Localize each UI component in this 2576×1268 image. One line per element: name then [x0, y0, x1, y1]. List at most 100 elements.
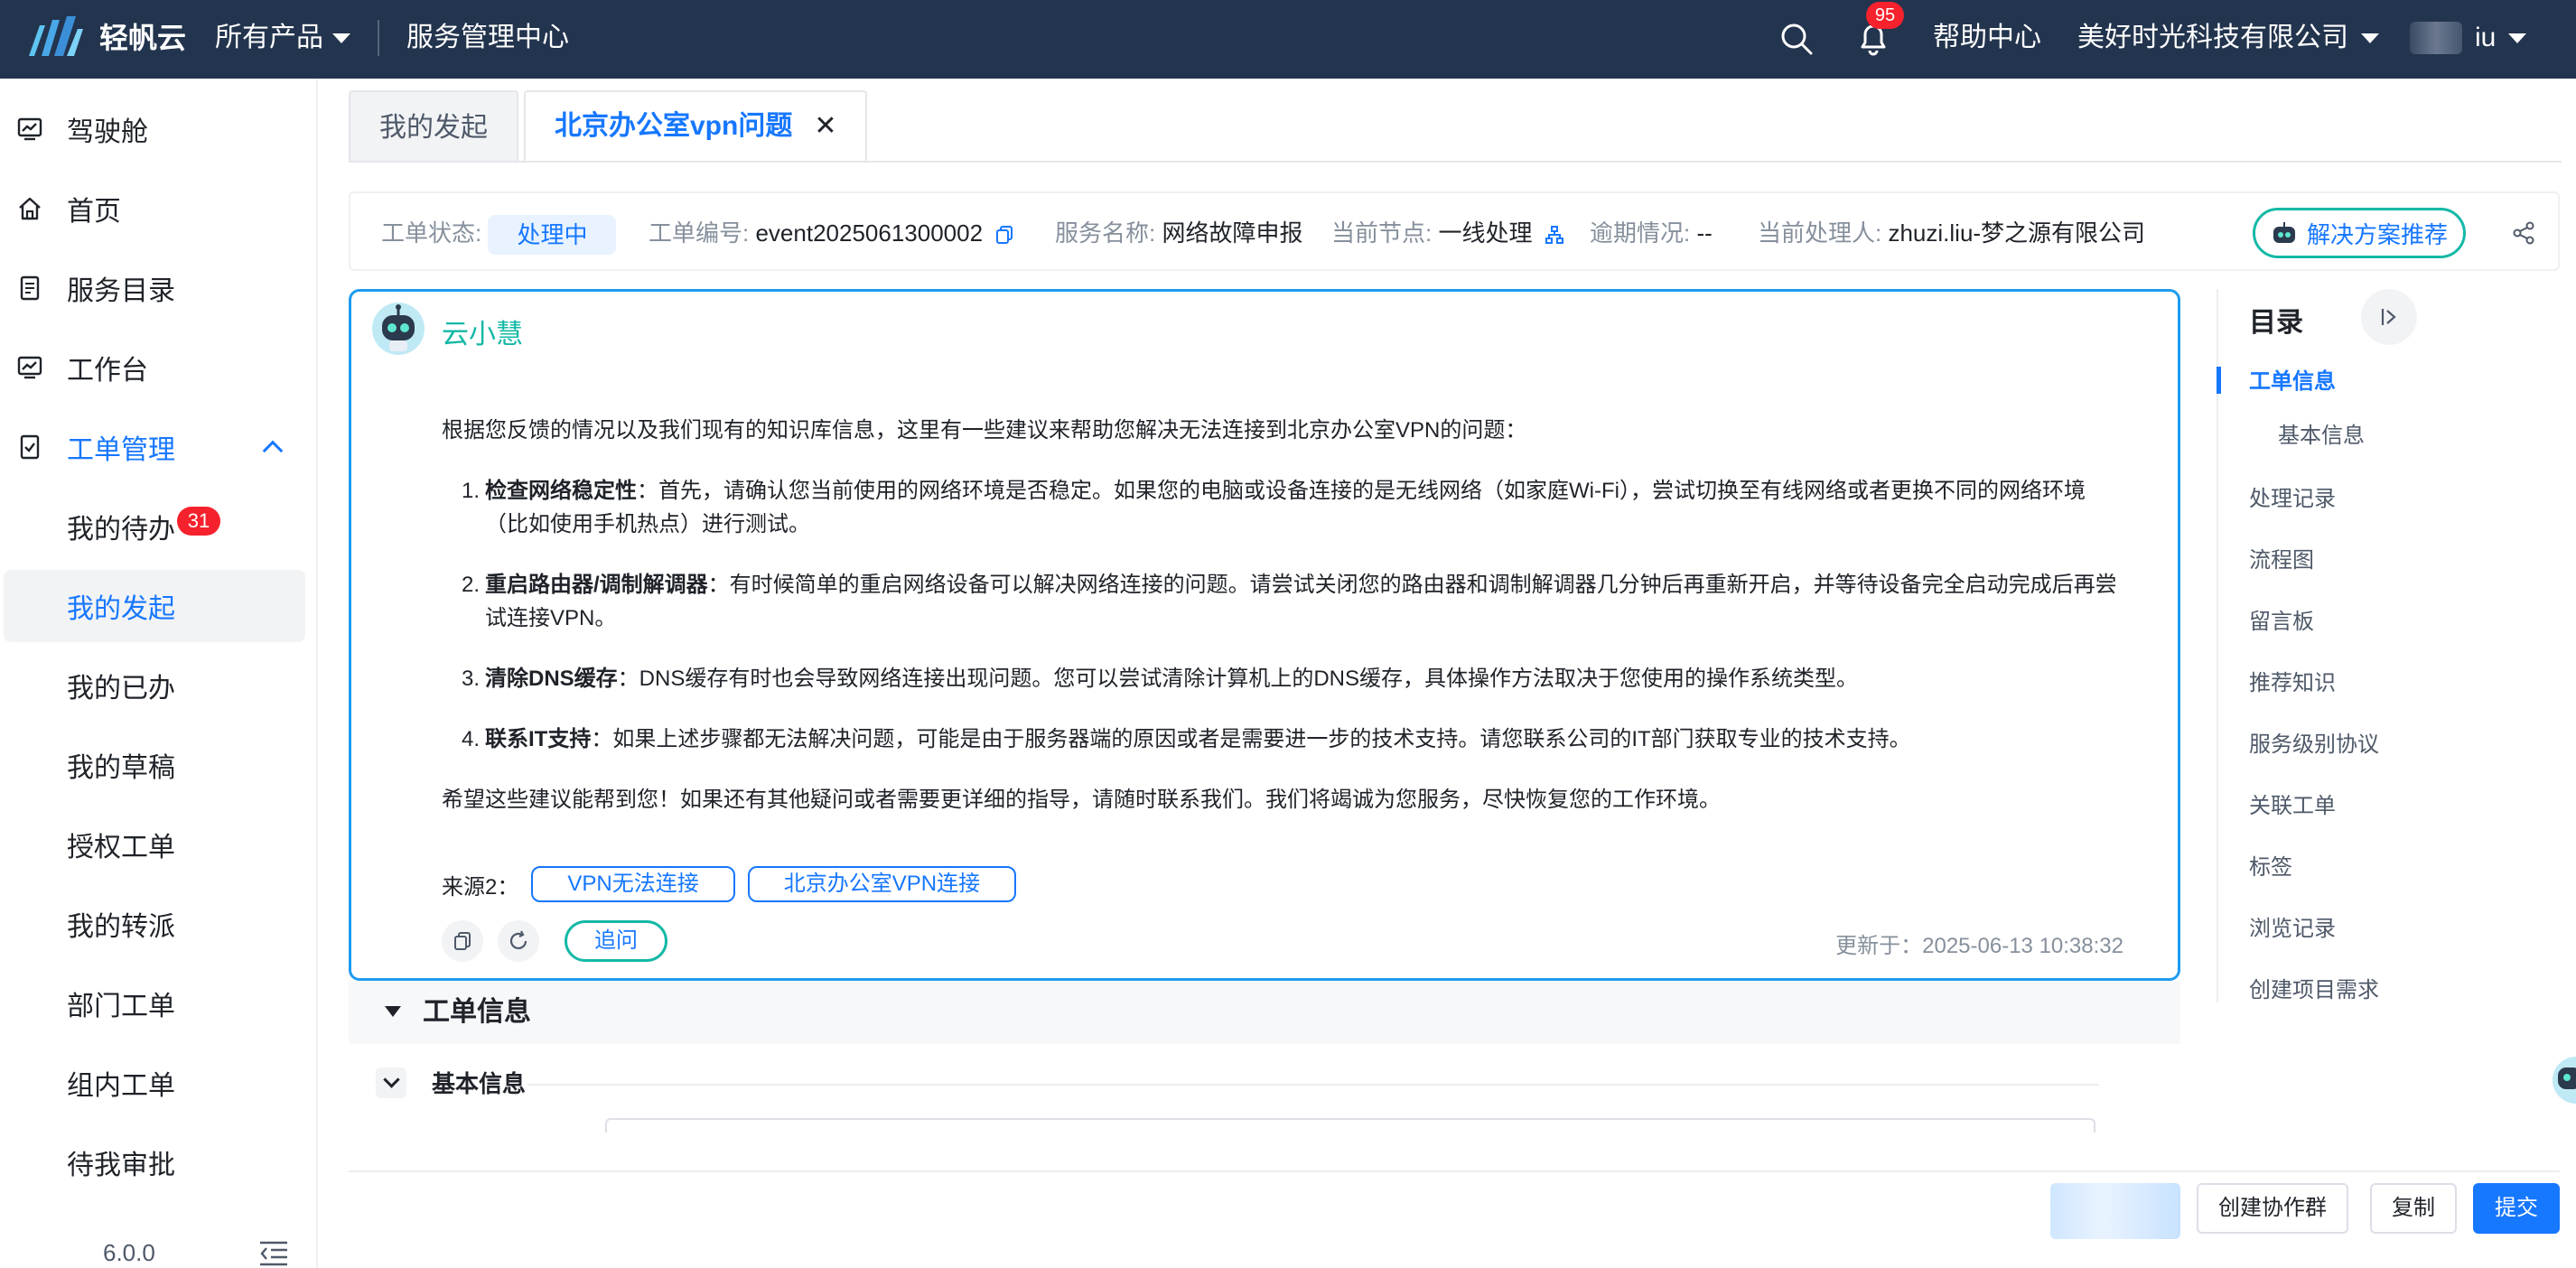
toc-item-related-tickets[interactable]: 关联工单: [2249, 788, 2336, 819]
list-item: 1. 检查网络稳定性：首先，请确认您当前使用的网络环境是否稳定。如果您的电脑或设备…: [442, 474, 2122, 541]
search-icon[interactable]: [1779, 22, 1814, 56]
workbench-icon: [17, 356, 42, 379]
source-tag-vpn-unreachable[interactable]: VPN无法连接: [531, 866, 735, 902]
toc-item-browse-history[interactable]: 浏览记录: [2249, 910, 2336, 942]
node-value: 一线处理: [1438, 219, 1533, 247]
toc-item-work-order-info[interactable]: 工单信息: [2249, 363, 2336, 395]
topbar-divider: [378, 20, 379, 56]
share-icon[interactable]: [2511, 220, 2536, 246]
sidebar-subitem-pending-approval[interactable]: 待我审批: [0, 1126, 307, 1198]
step-title: 检查网络稳定性: [485, 479, 637, 503]
sidebar-subitem-my-done[interactable]: 我的已办: [0, 649, 307, 722]
sidebar-item-label: 部门工单: [67, 992, 175, 1021]
logo-icon[interactable]: [27, 16, 83, 60]
copy-button[interactable]: 复制: [2370, 1183, 2457, 1234]
toc-item-records[interactable]: 处理记录: [2249, 480, 2336, 512]
section-divider: [527, 1084, 2099, 1086]
basic-info-input[interactable]: [605, 1118, 2095, 1133]
service-name: 服务名称: 网络故障申报: [1055, 193, 1302, 273]
updated-timestamp: 更新于：2025-06-13 10:38:32: [1835, 934, 2123, 958]
ticket-state: 工单状态: 处理中: [381, 193, 617, 273]
sidebar-subitem-my-drafts[interactable]: 我的草稿: [0, 729, 307, 801]
service-center-title[interactable]: 服务管理中心: [406, 18, 569, 58]
basic-info-title: 基本信息: [432, 1070, 527, 1097]
toc-item-message-board[interactable]: 留言板: [2249, 603, 2314, 635]
follow-up-button[interactable]: 追问: [565, 920, 667, 962]
copy-answer-button[interactable]: [442, 920, 483, 962]
current-handler: 当前处理人: zhuzi.liu-梦之源有限公司: [1758, 193, 2145, 273]
step-number: 3.: [462, 667, 481, 691]
sidebar-item-workbench[interactable]: 工作台: [0, 331, 307, 404]
sidebar-item-label: 工单管理: [67, 435, 175, 465]
sidebar-item-ticket-management[interactable]: 工单管理: [0, 411, 307, 483]
toc-item-create-project[interactable]: 创建项目需求: [2249, 972, 2379, 1003]
ai-assistant-card: 云小慧 根据您反馈的情况以及我们现有的知识库信息，这里有一些建议来帮助您解决无法…: [349, 289, 2180, 981]
ai-action-bar: 追问: [442, 920, 667, 962]
sidebar-item-label: 首页: [67, 197, 121, 227]
source-tag-beijing-vpn[interactable]: 北京办公室VPN连接: [747, 866, 1017, 902]
toc-item-flowchart[interactable]: 流程图: [2249, 542, 2314, 573]
toc-active-indicator: [2217, 367, 2221, 394]
copy-icon[interactable]: [994, 225, 1014, 245]
node-label: 当前节点:: [1331, 219, 1433, 247]
notification-badge: 95: [1866, 2, 1904, 29]
state-label: 工单状态:: [381, 219, 482, 247]
ai-steps-list: 1. 检查网络稳定性：首先，请确认您当前使用的网络环境是否稳定。如果您的电脑或设备…: [442, 474, 2122, 756]
regenerate-button[interactable]: [498, 920, 539, 962]
flowchart-icon[interactable]: [1545, 225, 1564, 245]
sidebar-item-home[interactable]: 首页: [0, 172, 307, 245]
sidebar-subitem-my-todo[interactable]: 我的待办 31: [0, 490, 307, 563]
floating-assistant-icon[interactable]: [2549, 1048, 2576, 1113]
sidebar-subitem-authorized[interactable]: 授权工单: [0, 808, 307, 881]
sidebar-item-label: 待我审批: [67, 1151, 175, 1180]
work-order-section-header[interactable]: 工单信息: [349, 981, 2180, 1044]
toc-item-sla[interactable]: 服务级别协议: [2249, 726, 2379, 758]
caret-down-icon: [385, 1006, 401, 1017]
step-text: ：有时候简单的重启网络设备可以解决网络连接的问题。请尝试关闭您的路由器和调制解调…: [485, 573, 2117, 630]
footer-divider: [349, 1170, 2560, 1172]
sidebar-item-cockpit[interactable]: 驾驶舱: [0, 93, 307, 165]
chevron-down-icon: [2361, 33, 2379, 43]
ai-avatar-icon: [372, 303, 425, 355]
step-number: 2.: [462, 573, 481, 597]
basic-info-header[interactable]: 基本信息: [376, 1066, 2099, 1102]
toc-item-basic-info[interactable]: 基本信息: [2278, 417, 2365, 449]
company-selector[interactable]: 美好时光科技有限公司: [2077, 18, 2379, 58]
chevron-down-icon[interactable]: [376, 1068, 406, 1098]
collapse-sidebar-icon[interactable]: [258, 1239, 289, 1266]
create-collab-group-button[interactable]: 创建协作群: [2197, 1183, 2348, 1234]
list-item: 3. 清除DNS缓存：DNS缓存有时也会导致网络连接出现问题。您可以尝试清除计算机…: [442, 662, 2122, 695]
list-item: 4. 联系IT支持：如果上述步骤都无法解决问题，可能是由于服务器端的原因或者是需要…: [442, 723, 2122, 756]
toc-item-tags[interactable]: 标签: [2249, 849, 2292, 881]
tab-my-initiated[interactable]: 我的发起: [349, 90, 518, 163]
all-products-menu[interactable]: 所有产品: [215, 18, 350, 58]
tab-vpn-issue[interactable]: 北京办公室vpn问题 ✕: [524, 90, 868, 163]
solution-recommend-button[interactable]: 解决方案推荐: [2253, 208, 2466, 258]
ai-assistant-name: 云小慧: [442, 320, 523, 350]
step-text: ：DNS缓存有时也会导致网络连接出现问题。您可以尝试清除计算机上的DNS缓存，具…: [617, 667, 1859, 691]
number-label: 工单编号:: [649, 219, 750, 247]
toc-item-recommended-knowledge[interactable]: 推荐知识: [2249, 665, 2336, 696]
sidebar-subitem-group[interactable]: 组内工单: [0, 1047, 307, 1119]
sidebar-subitem-my-transfers[interactable]: 我的转派: [0, 888, 307, 960]
step-title: 重启路由器/调制解调器: [485, 573, 708, 597]
collapse-panel-icon: [2381, 309, 2396, 325]
brand-name[interactable]: 轻帆云: [99, 18, 186, 58]
toc-collapse-button[interactable]: [2361, 289, 2417, 345]
overdue-status: 逾期情况: --: [1590, 193, 1713, 273]
step-text: ：如果上述步骤都无法解决问题，可能是由于服务器端的原因或者是需要进一步的技术支持…: [591, 727, 1911, 751]
step-number: 4.: [462, 727, 481, 751]
user-menu[interactable]: iu: [2410, 18, 2527, 58]
sidebar-item-label: 我的草稿: [67, 753, 175, 783]
sidebar-subitem-department[interactable]: 部门工单: [0, 967, 307, 1040]
sidebar-subitem-my-initiated[interactable]: 我的发起: [4, 570, 305, 642]
ticket-status-bar: 工单状态: 处理中 工单编号: event2025061300002 服务名称:…: [349, 191, 2560, 271]
all-products-label: 所有产品: [215, 23, 323, 52]
sidebar-item-catalog[interactable]: 服务目录: [0, 252, 307, 324]
help-center-link[interactable]: 帮助中心: [1933, 18, 2041, 58]
close-icon[interactable]: ✕: [814, 90, 836, 163]
source-links: 来源2： VPN无法连接 北京办公室VPN连接: [442, 866, 1017, 902]
obscured-button[interactable]: [2050, 1183, 2180, 1239]
dashboard-icon: [17, 117, 42, 141]
submit-button[interactable]: 提交: [2473, 1183, 2560, 1234]
